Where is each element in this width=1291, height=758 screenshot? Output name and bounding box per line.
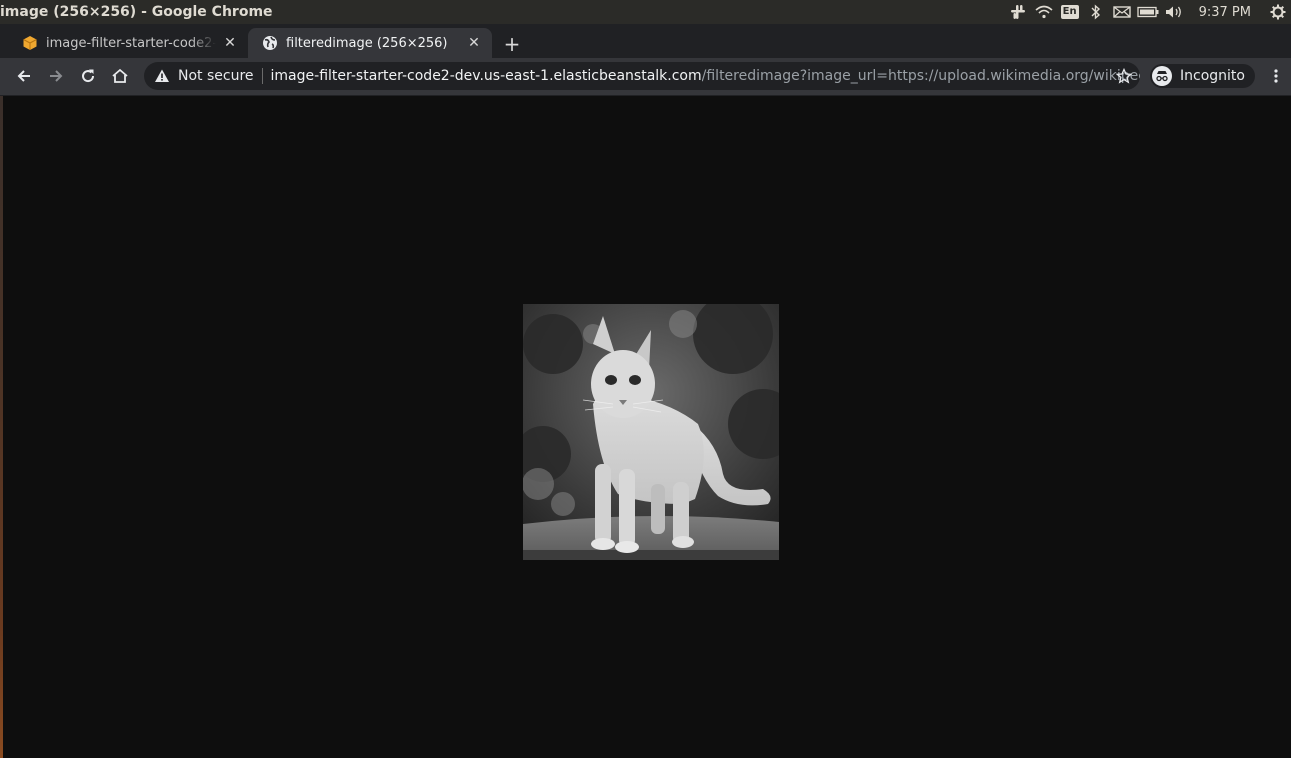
reload-icon <box>82 69 95 83</box>
chrome-menu-button[interactable] <box>1266 62 1286 90</box>
home-button[interactable] <box>106 62 134 90</box>
page-viewport <box>3 96 1291 758</box>
system-tray: En 9:37 PM <box>1005 0 1291 24</box>
arrow-right-icon <box>50 70 63 82</box>
system-clock[interactable]: 9:37 PM <box>1199 5 1251 20</box>
wifi-icon[interactable] <box>1031 0 1057 24</box>
settings-gear-icon[interactable] <box>1265 0 1291 24</box>
bluetooth-icon[interactable] <box>1083 0 1109 24</box>
reload-button[interactable] <box>74 62 102 90</box>
keyboard-layout-indicator[interactable]: En <box>1057 0 1083 24</box>
aws-box-icon <box>23 36 37 50</box>
battery-icon[interactable] <box>1135 0 1161 24</box>
browser-toolbar: Not secure image-filter-starter-code2-de… <box>0 58 1291 96</box>
tab-strip: image-filter-starter-code2-dev.us-east-1… <box>0 24 1291 58</box>
new-tab-button[interactable]: + <box>500 32 524 56</box>
os-top-bar: image (256×256) - Google Chrome En 9:37 … <box>0 0 1291 24</box>
omnibox-separator <box>261 68 263 84</box>
volume-icon[interactable] <box>1161 0 1187 24</box>
filtered-image[interactable] <box>523 304 779 560</box>
home-icon <box>112 68 128 83</box>
grayscale-kitten-photo-icon <box>523 304 779 560</box>
kebab-menu-icon <box>1274 69 1278 83</box>
url-path: /filteredimage?image_url=https://upload.… <box>701 68 1140 84</box>
close-tab-icon[interactable]: ✕ <box>466 35 482 51</box>
slack-icon[interactable] <box>1005 0 1031 24</box>
forward-button[interactable] <box>42 62 70 90</box>
mail-icon[interactable] <box>1109 0 1135 24</box>
bookmark-star-icon[interactable] <box>1116 68 1132 84</box>
incognito-icon <box>1152 66 1172 86</box>
keyboard-layout-label: En <box>1060 5 1079 19</box>
tab-elastic-beanstalk[interactable]: image-filter-starter-code2-dev.us-east-1… <box>8 28 248 58</box>
arrow-left-icon <box>17 70 30 82</box>
back-button[interactable] <box>10 62 38 90</box>
warning-icon[interactable] <box>154 68 170 84</box>
tab-filteredimage[interactable]: filteredimage (256×256) ✕ <box>248 28 492 58</box>
url-host: image-filter-starter-code2-dev.us-east-1… <box>270 68 702 84</box>
tab-label: image-filter-starter-code2-dev.us-east-1… <box>46 35 216 51</box>
tab-label: filteredimage (256×256) <box>286 35 448 51</box>
security-indicator[interactable]: Not secure <box>178 68 254 84</box>
close-tab-icon[interactable]: ✕ <box>222 35 238 51</box>
incognito-profile-button[interactable]: Incognito <box>1150 64 1255 88</box>
globe-icon <box>263 36 277 50</box>
window-title: image (256×256) - Google Chrome <box>0 4 273 20</box>
incognito-label: Incognito <box>1180 68 1245 84</box>
address-bar[interactable]: Not secure image-filter-starter-code2-de… <box>144 62 1140 90</box>
